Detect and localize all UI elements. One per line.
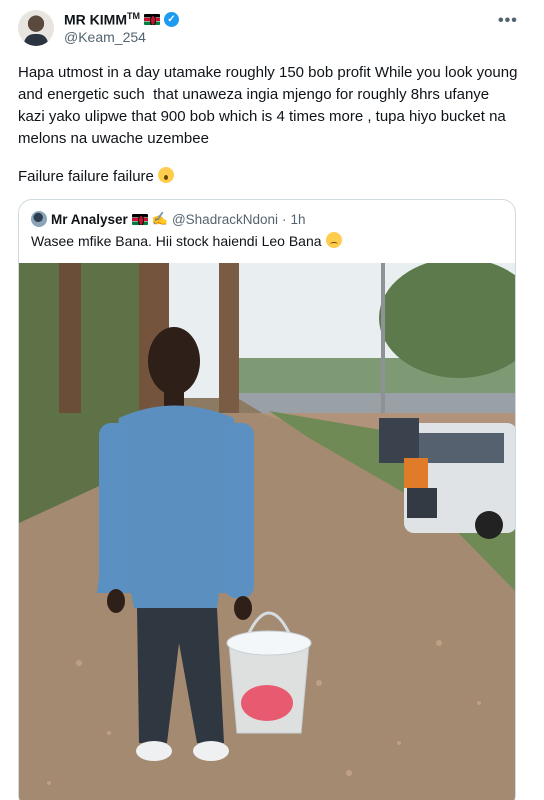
verified-badge-icon[interactable]: ✓ (164, 11, 179, 27)
tweet-failure-line: Failure failure failure (18, 166, 174, 188)
kenya-flag-icon (131, 213, 148, 225)
quoted-handle[interactable]: @ShadrackNdoni (172, 212, 278, 227)
author-handle[interactable]: @Keam_254 (64, 29, 146, 45)
sad-face-icon (325, 232, 342, 248)
quoted-avatar[interactable] (31, 211, 47, 227)
author-name-row: MR KIMMTM ✓ (64, 10, 179, 28)
quoted-display-name[interactable]: Mr Analyser (51, 212, 128, 227)
quoted-header: Mr Analyser ✍ @ShadrackNdoni · 1h (31, 210, 306, 228)
quoted-text-line: Wasee mfike Bana. Hii stock haiendi Leo … (31, 231, 342, 251)
quoted-photo[interactable] (19, 263, 515, 800)
astonished-face-icon (157, 167, 174, 183)
failure-text: Failure failure failure (18, 168, 154, 185)
tweet-body: Hapa utmost in a day utamake roughly 150… (18, 64, 522, 147)
tweet-card: MR KIMMTM ✓ @Keam_254 ••• Hapa utmost in… (0, 0, 544, 800)
quoted-text: Wasee mfike Bana. Hii stock haiendi Leo … (31, 233, 322, 249)
photo-scene (19, 263, 515, 800)
kenya-flag-icon (144, 13, 160, 25)
avatar-figure (24, 34, 48, 46)
author-avatar[interactable] (18, 10, 54, 46)
quoted-separator: · (281, 211, 287, 227)
quoted-tweet[interactable]: Mr Analyser ✍ @ShadrackNdoni · 1h Wasee … (18, 199, 516, 800)
trademark-mark: TM (127, 10, 140, 21)
more-options-icon[interactable]: ••• (498, 12, 518, 30)
author-display-name-text: MR KIMM (64, 11, 127, 28)
author-display-name[interactable]: MR KIMMTM (64, 11, 140, 28)
quoted-time[interactable]: 1h (290, 212, 305, 227)
writing-hand-icon: ✍ (151, 211, 168, 226)
